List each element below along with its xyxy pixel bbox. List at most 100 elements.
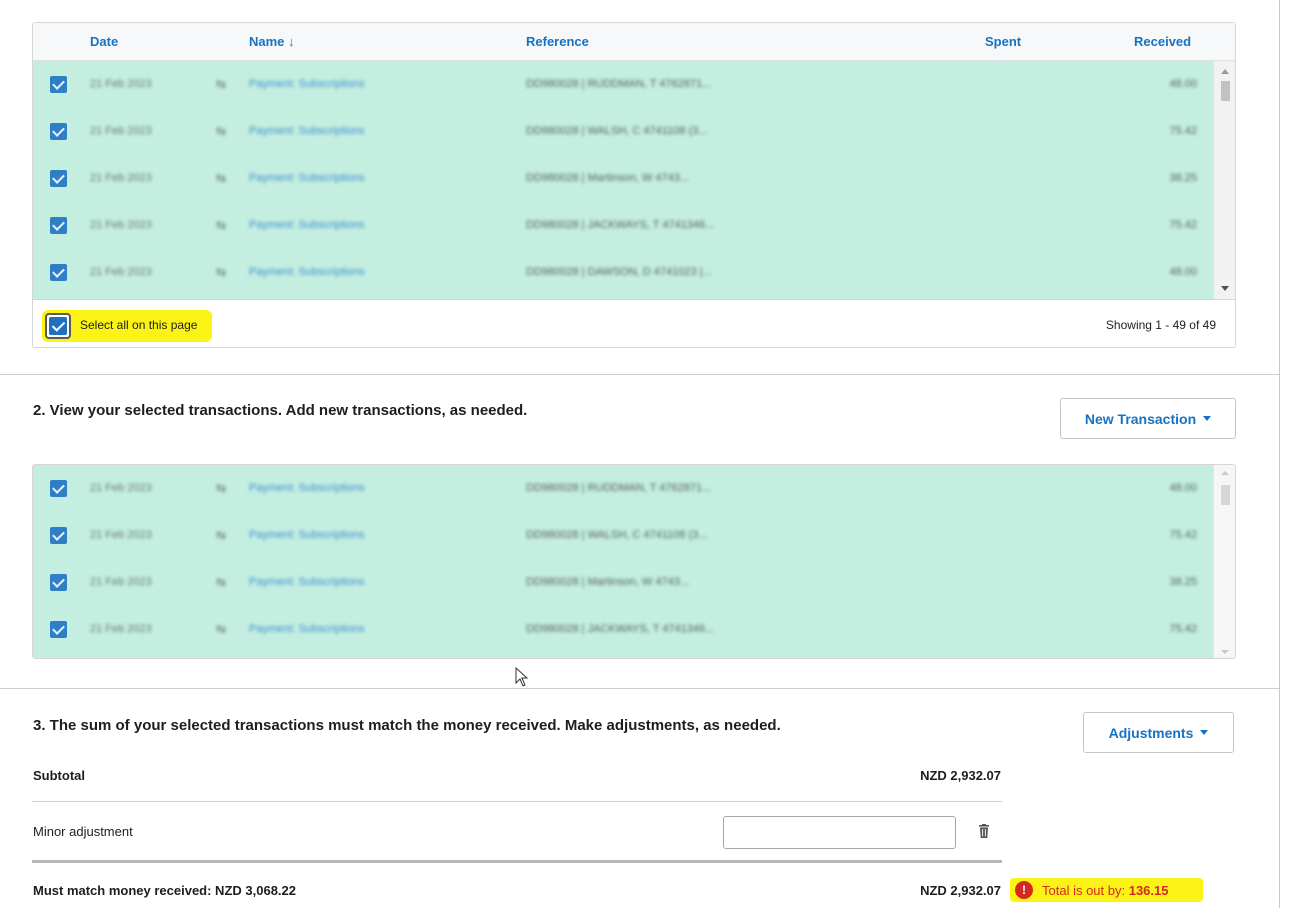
row-name-link[interactable]: Payment: Subscriptions — [249, 125, 365, 137]
row-reference: DD980028 | RUDDMAN, T 4762871... — [526, 78, 712, 90]
column-header-spent[interactable]: Spent — [985, 34, 1021, 49]
column-header-received[interactable]: Received — [1134, 34, 1191, 49]
scroll-up-icon[interactable] — [1221, 471, 1229, 475]
out-by-value: 136.15 — [1128, 883, 1169, 898]
table-row[interactable]: 21 Feb 2023 ⇆ Payment: Subscriptions DD9… — [33, 108, 1215, 155]
row-received: 38.25 — [1169, 576, 1197, 588]
row-name-link[interactable]: Payment: Subscriptions — [249, 219, 365, 231]
selected-table-scrollbar[interactable] — [1213, 465, 1235, 658]
page-edge-divider — [1279, 0, 1280, 908]
table-header: Date Name ↓ Reference Spent Received — [33, 23, 1235, 61]
row-date: 21 Feb 2023 — [90, 125, 152, 137]
row-date: 21 Feb 2023 — [90, 482, 152, 494]
table-row[interactable]: 21 Feb 2023 ⇆ Payment: Subscriptions DD9… — [33, 61, 1215, 108]
select-all-label[interactable]: Select all on this page — [80, 318, 197, 332]
row-checkbox[interactable] — [50, 76, 67, 93]
table-row[interactable]: 21 Feb 2023 ⇆ Payment: Subscriptions DD9… — [33, 249, 1215, 296]
row-name-link[interactable]: Payment: Subscriptions — [249, 529, 365, 541]
scroll-up-icon[interactable] — [1221, 69, 1229, 74]
row-checkbox[interactable] — [50, 264, 67, 281]
row-name-link[interactable]: Payment: Subscriptions — [249, 78, 365, 90]
row-reference: DD980028 | Martinson, W 4743... — [526, 172, 690, 184]
subtotal-label: Subtotal — [33, 768, 85, 783]
table-row[interactable]: 21 Feb 2023 ⇆ Payment: Subscriptions DD9… — [33, 202, 1215, 249]
minor-adjustment-label: Minor adjustment — [33, 824, 133, 839]
transfer-icon: ⇆ — [216, 171, 227, 185]
row-name-link[interactable]: Payment: Subscriptions — [249, 482, 365, 494]
row-checkbox[interactable] — [50, 621, 67, 638]
row-checkbox[interactable] — [50, 217, 67, 234]
row-name-link[interactable]: Payment: Subscriptions — [249, 266, 365, 278]
checkmark-icon — [49, 317, 67, 335]
row-received: 38.25 — [1169, 172, 1197, 184]
transfer-icon: ⇆ — [216, 218, 227, 232]
out-by-label: Total is out by: — [1042, 883, 1129, 898]
section-divider — [0, 374, 1279, 375]
selected-transactions-table: 21 Feb 2023 ⇆ Payment: Subscriptions DD9… — [32, 464, 1236, 659]
total-value: NZD 2,932.07 — [920, 883, 1001, 898]
adjustments-label: Adjustments — [1108, 724, 1194, 741]
section-divider — [0, 688, 1279, 689]
column-header-reference[interactable]: Reference — [526, 34, 589, 49]
minor-adjustment-input[interactable] — [723, 816, 956, 849]
row-name-link[interactable]: Payment: Subscriptions — [249, 576, 365, 588]
row-reference: DD980028 | DAWSON, D 4741023 |... — [526, 266, 712, 278]
table-row[interactable]: 21 Feb 2023 ⇆ Payment: Subscriptions DD9… — [33, 155, 1215, 202]
chevron-down-icon — [1203, 416, 1212, 421]
row-reference: DD980028 | JACKWAYS, T 4741346... — [526, 219, 715, 231]
scroll-down-icon[interactable] — [1221, 650, 1229, 654]
row-date: 21 Feb 2023 — [90, 172, 152, 184]
select-all-checkbox[interactable] — [45, 313, 71, 339]
row-received: 75.42 — [1169, 529, 1197, 541]
mouse-cursor-icon — [515, 667, 529, 687]
row-divider — [32, 801, 1002, 802]
row-reference: DD980028 | RUDDMAN, T 4762871... — [526, 482, 712, 494]
table-row[interactable]: 21 Feb 2023 ⇆ Payment: Subscriptions DD9… — [33, 465, 1215, 512]
row-checkbox[interactable] — [50, 574, 67, 591]
row-reference: DD980028 | Martinson, W 4743... — [526, 576, 690, 588]
row-checkbox[interactable] — [50, 170, 67, 187]
scroll-thumb[interactable] — [1221, 81, 1230, 101]
table-scrollbar[interactable] — [1213, 61, 1235, 299]
row-reference: DD980028 | WALSH, C 4741108 (3... — [526, 125, 708, 137]
row-checkbox[interactable] — [50, 527, 67, 544]
subtotal-value: NZD 2,932.07 — [920, 768, 1001, 783]
transactions-table: Date Name ↓ Reference Spent Received 21 … — [32, 22, 1236, 348]
row-date: 21 Feb 2023 — [90, 266, 152, 278]
row-checkbox[interactable] — [50, 480, 67, 497]
row-reference: DD980028 | WALSH, C 4741108 (3... — [526, 529, 708, 541]
row-name-link[interactable]: Payment: Subscriptions — [249, 172, 365, 184]
section-3-title: 3. The sum of your selected transactions… — [33, 717, 781, 734]
scroll-thumb[interactable] — [1221, 485, 1230, 505]
table-row[interactable]: 21 Feb 2023 ⇆ Payment: Subscriptions DD9… — [33, 559, 1215, 606]
row-name-link[interactable]: Payment: Subscriptions — [249, 623, 365, 635]
new-transaction-button[interactable]: New Transaction — [1060, 398, 1236, 439]
table-rows: 21 Feb 2023 ⇆ Payment: Subscriptions DD9… — [33, 61, 1215, 299]
out-by-message: Total is out by: 136.15 — [1042, 883, 1168, 898]
row-reference: DD980028 | JACKWAYS, T 4741346... — [526, 623, 715, 635]
column-header-name[interactable]: Name ↓ — [249, 34, 295, 49]
row-received: 75.42 — [1169, 219, 1197, 231]
warning-icon: ! — [1015, 881, 1033, 899]
row-checkbox[interactable] — [50, 123, 67, 140]
transfer-icon: ⇆ — [216, 622, 227, 636]
selected-rows: 21 Feb 2023 ⇆ Payment: Subscriptions DD9… — [33, 465, 1215, 658]
trash-icon[interactable] — [978, 824, 990, 839]
scroll-down-icon[interactable] — [1221, 286, 1229, 291]
row-received: 48.00 — [1169, 482, 1197, 494]
transfer-icon: ⇆ — [216, 77, 227, 91]
adjustments-button[interactable]: Adjustments — [1083, 712, 1234, 753]
section-2-title: 2. View your selected transactions. Add … — [33, 402, 528, 419]
total-divider — [32, 860, 1002, 863]
table-footer: Select all on this page Showing 1 - 49 o… — [33, 299, 1235, 347]
column-header-date[interactable]: Date — [90, 34, 118, 49]
new-transaction-label: New Transaction — [1084, 410, 1197, 427]
row-received: 48.00 — [1169, 78, 1197, 90]
table-row[interactable]: 21 Feb 2023 ⇆ Payment: Subscriptions DD9… — [33, 512, 1215, 559]
row-received: 75.42 — [1169, 623, 1197, 635]
chevron-down-icon — [1200, 730, 1209, 735]
row-date: 21 Feb 2023 — [90, 219, 152, 231]
row-date: 21 Feb 2023 — [90, 576, 152, 588]
row-date: 21 Feb 2023 — [90, 78, 152, 90]
table-row[interactable]: 21 Feb 2023 ⇆ Payment: Subscriptions DD9… — [33, 606, 1215, 653]
